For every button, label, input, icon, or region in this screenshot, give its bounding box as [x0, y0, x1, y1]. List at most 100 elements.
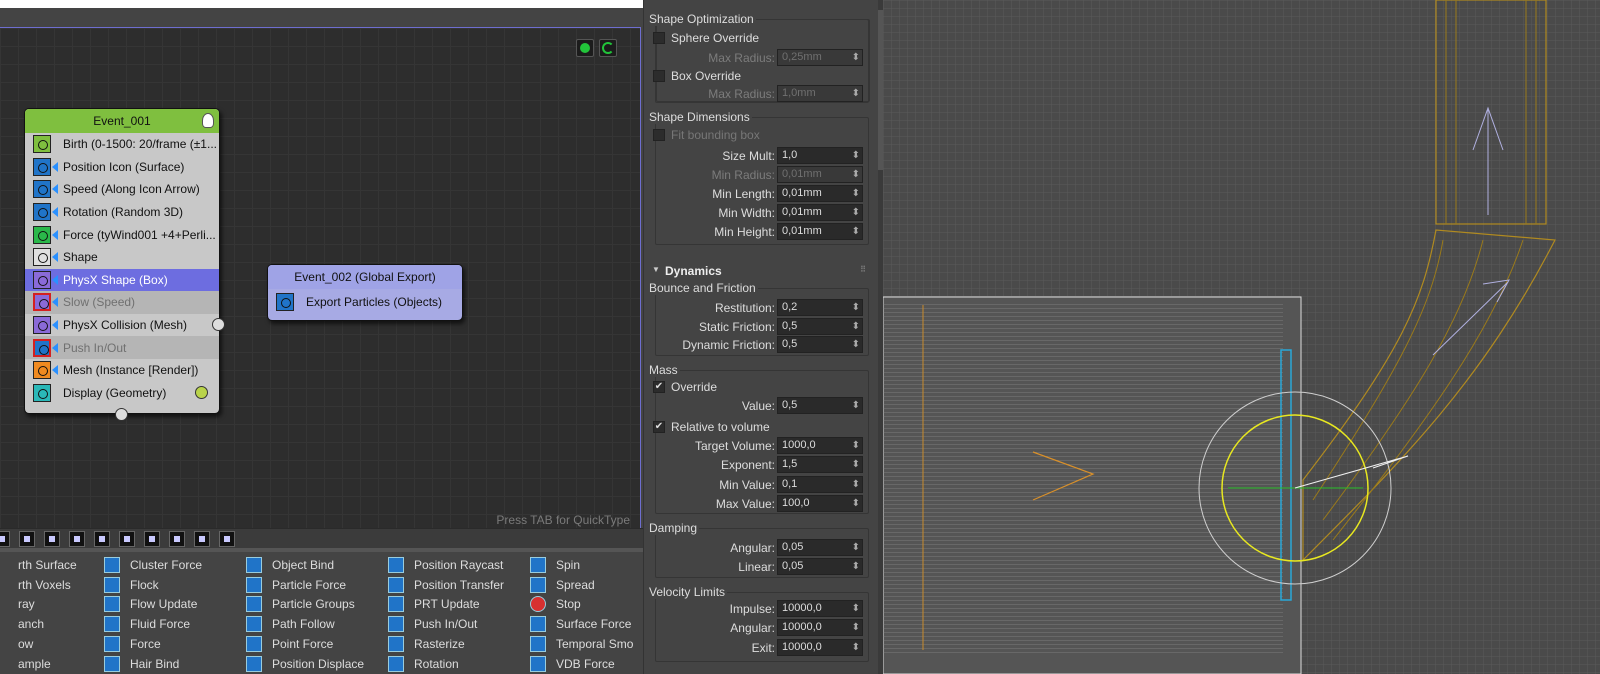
depot-item[interactable]: Rotation: [388, 654, 504, 674]
input-port[interactable]: [115, 408, 128, 421]
depot-item[interactable]: rth Voxels: [0, 575, 77, 595]
category-icon[interactable]: [0, 531, 10, 547]
viewport[interactable]: [883, 0, 1600, 674]
category-icon[interactable]: [44, 531, 60, 547]
category-icon[interactable]: [119, 531, 135, 547]
depot-item[interactable]: Stop: [530, 595, 633, 615]
depot-item[interactable]: Surface Force: [530, 614, 633, 634]
enable-icon[interactable]: [576, 39, 594, 57]
depot-item[interactable]: ow: [0, 634, 77, 654]
value-spinner[interactable]: 10000,0: [777, 600, 863, 617]
depot-item[interactable]: anch: [0, 614, 77, 634]
operator-item[interactable]: Birth (0-1500: 20/frame (±1...: [25, 133, 219, 156]
value-spinner[interactable]: 0,05: [777, 539, 863, 556]
operator-item[interactable]: Display (Geometry): [25, 382, 219, 405]
operator-item[interactable]: Export Particles (Objects): [268, 289, 462, 315]
category-icon[interactable]: [19, 531, 35, 547]
refresh-icon[interactable]: [599, 39, 617, 57]
operator-item[interactable]: Speed (Along Icon Arrow): [25, 178, 219, 201]
event-002-node[interactable]: Event_002 (Global Export) Export Particl…: [267, 264, 463, 321]
category-icon[interactable]: [169, 531, 185, 547]
depot-item[interactable]: Position Raycast: [388, 555, 504, 575]
relative-to-volume-checkbox[interactable]: ✔ Relative to volume: [653, 419, 770, 435]
operator-item[interactable]: Position Icon (Surface): [25, 156, 219, 179]
category-icon[interactable]: [194, 531, 210, 547]
depot-item[interactable]: Object Bind: [246, 555, 364, 575]
depot-item[interactable]: PRT Update: [388, 595, 504, 615]
value-spinner[interactable]: 1,5: [777, 456, 863, 474]
checkbox[interactable]: ✔: [653, 381, 665, 393]
depot-item[interactable]: rth Surface: [0, 555, 77, 575]
spinner-row: Min Length: 0,01mm: [655, 185, 869, 204]
depot-item[interactable]: Point Force: [246, 634, 364, 654]
operator-item[interactable]: Rotation (Random 3D): [25, 201, 219, 224]
mass-override-checkbox[interactable]: ✔ Override: [653, 379, 717, 395]
box-override-checkbox[interactable]: Box Override: [653, 68, 741, 84]
event-title[interactable]: Event_001: [25, 109, 219, 133]
dynamics-rollout-header[interactable]: ▼ Dynamics ⠿: [643, 262, 878, 279]
checkbox[interactable]: [653, 32, 665, 44]
value-spinner[interactable]: 0,01mm: [777, 204, 863, 222]
depot-item[interactable]: VDB Force: [530, 654, 633, 674]
operator-arrow-icon: [52, 274, 58, 285]
drag-grip-icon[interactable]: ⠿: [860, 265, 866, 274]
checkbox[interactable]: [653, 129, 665, 141]
depot-item[interactable]: Particle Force: [246, 575, 364, 595]
operator-item[interactable]: PhysX Collision (Mesh): [25, 314, 219, 337]
depot-item[interactable]: Rasterize: [388, 634, 504, 654]
depot-item-label: Flock: [130, 577, 159, 592]
category-icon[interactable]: [219, 531, 235, 547]
depot-item[interactable]: Cluster Force: [104, 555, 202, 575]
value-spinner[interactable]: 100,0: [777, 494, 863, 512]
operator-item[interactable]: Shape: [25, 246, 219, 269]
checkbox[interactable]: ✔: [653, 421, 665, 433]
checkbox[interactable]: [653, 70, 665, 82]
value-spinner[interactable]: 0,01mm: [777, 185, 863, 203]
depot-item[interactable]: Spread: [530, 575, 633, 595]
operator-item[interactable]: PhysX Shape (Box): [25, 268, 219, 292]
depot-item[interactable]: Flow Update: [104, 595, 202, 615]
lightbulb-icon[interactable]: [202, 113, 214, 128]
operator-icon: [246, 616, 262, 633]
value-spinner[interactable]: 0,01mm: [777, 166, 863, 184]
operator-item[interactable]: Slow (Speed): [25, 291, 219, 314]
depot-item[interactable]: Position Displace: [246, 654, 364, 674]
depot-item[interactable]: Force: [104, 634, 202, 654]
value-spinner[interactable]: 10000,0: [777, 619, 863, 637]
depot-item[interactable]: Push In/Out: [388, 614, 504, 634]
operator-item[interactable]: Force (tyWind001 +4+Perli...: [25, 223, 219, 246]
value-spinner[interactable]: 0,5: [777, 336, 863, 353]
depot-item[interactable]: Spin: [530, 555, 633, 575]
box-max-radius-spinner[interactable]: 1,0mm: [777, 85, 863, 102]
sphere-override-checkbox[interactable]: Sphere Override: [653, 30, 759, 46]
sphere-max-radius-spinner[interactable]: 0,25mm: [777, 49, 863, 66]
operator-item[interactable]: Push In/Out: [25, 336, 219, 359]
value-spinner[interactable]: 0,2: [777, 299, 863, 316]
category-icon[interactable]: [144, 531, 160, 547]
depot-item[interactable]: Path Follow: [246, 614, 364, 634]
value-spinner[interactable]: 0,05: [777, 557, 863, 575]
output-port[interactable]: [212, 318, 225, 331]
value-spinner[interactable]: 0,1: [777, 475, 863, 493]
depot-item[interactable]: Position Transfer: [388, 575, 504, 595]
event-title[interactable]: Event_002 (Global Export): [268, 265, 462, 289]
depot-item[interactable]: ray: [0, 595, 77, 615]
operator-item[interactable]: Mesh (Instance [Render]): [25, 359, 219, 382]
category-icon[interactable]: [94, 531, 110, 547]
category-icon[interactable]: [69, 531, 85, 547]
value-spinner[interactable]: 0,01mm: [777, 223, 863, 241]
mass-value-spinner[interactable]: 0,5: [777, 397, 863, 414]
depot-item[interactable]: ample: [0, 654, 77, 674]
event-001-node[interactable]: Event_001 Birth (0-1500: 20/frame (±1...…: [24, 108, 220, 414]
value-spinner[interactable]: 1,0: [777, 147, 863, 164]
display-color-swatch[interactable]: [195, 386, 208, 399]
depot-item[interactable]: Particle Groups: [246, 595, 364, 615]
depot-item[interactable]: Hair Bind: [104, 654, 202, 674]
value-spinner[interactable]: 1000,0: [777, 437, 863, 454]
value-spinner[interactable]: 10000,0: [777, 638, 863, 656]
depot-item[interactable]: Temporal Smo: [530, 634, 633, 654]
fit-bounding-box-checkbox[interactable]: Fit bounding box: [653, 127, 760, 143]
depot-item[interactable]: Fluid Force: [104, 614, 202, 634]
value-spinner[interactable]: 0,5: [777, 317, 863, 335]
depot-item[interactable]: Flock: [104, 575, 202, 595]
